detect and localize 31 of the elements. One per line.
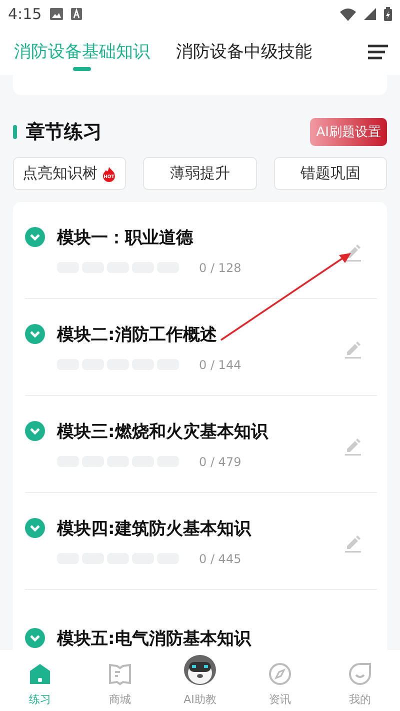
keyboard-icon — [70, 8, 82, 20]
home-icon — [27, 661, 53, 687]
book-icon — [107, 661, 133, 687]
ai-settings-button[interactable]: AI刷题设置 — [310, 118, 387, 146]
question-count: 0 / 479 — [199, 454, 242, 468]
robot-icon — [182, 653, 218, 687]
module-title[interactable]: 模块二:消防工作概述 — [57, 322, 217, 346]
section-title: 章节练习 — [26, 120, 103, 145]
signal-icon — [364, 8, 376, 20]
module-title[interactable]: 模块五:电气消防基本知识 — [57, 626, 251, 650]
question-count: 0 / 128 — [199, 260, 242, 274]
module-title[interactable]: 模块一：职业道德 — [57, 226, 193, 248]
practice-button[interactable]: 错题巩固 — [274, 157, 387, 190]
expand-chevron-icon[interactable] — [25, 227, 45, 247]
menu-icon[interactable] — [368, 44, 388, 60]
module-title[interactable]: 模块四:建筑防火基本知识 — [57, 516, 251, 540]
expand-chevron-icon[interactable] — [25, 324, 45, 344]
practice-button[interactable]: 薄弱提升 — [143, 157, 257, 190]
question-count: 0 / 144 — [199, 358, 242, 372]
module-title[interactable]: 模块三:燃烧和火灾基本知识 — [57, 420, 268, 442]
tab[interactable]: 消防设备中级技能 — [176, 28, 312, 75]
expand-chevron-icon[interactable] — [25, 628, 45, 648]
expand-chevron-icon[interactable] — [25, 518, 45, 538]
status-time: 4:15 — [8, 5, 42, 23]
expand-chevron-icon[interactable] — [25, 421, 45, 441]
wifi-icon — [340, 8, 356, 20]
question-count: 0 / 445 — [199, 552, 242, 566]
image-icon — [50, 8, 63, 20]
compass-icon — [267, 661, 293, 687]
battery-icon — [384, 7, 392, 21]
face-icon — [347, 661, 373, 687]
